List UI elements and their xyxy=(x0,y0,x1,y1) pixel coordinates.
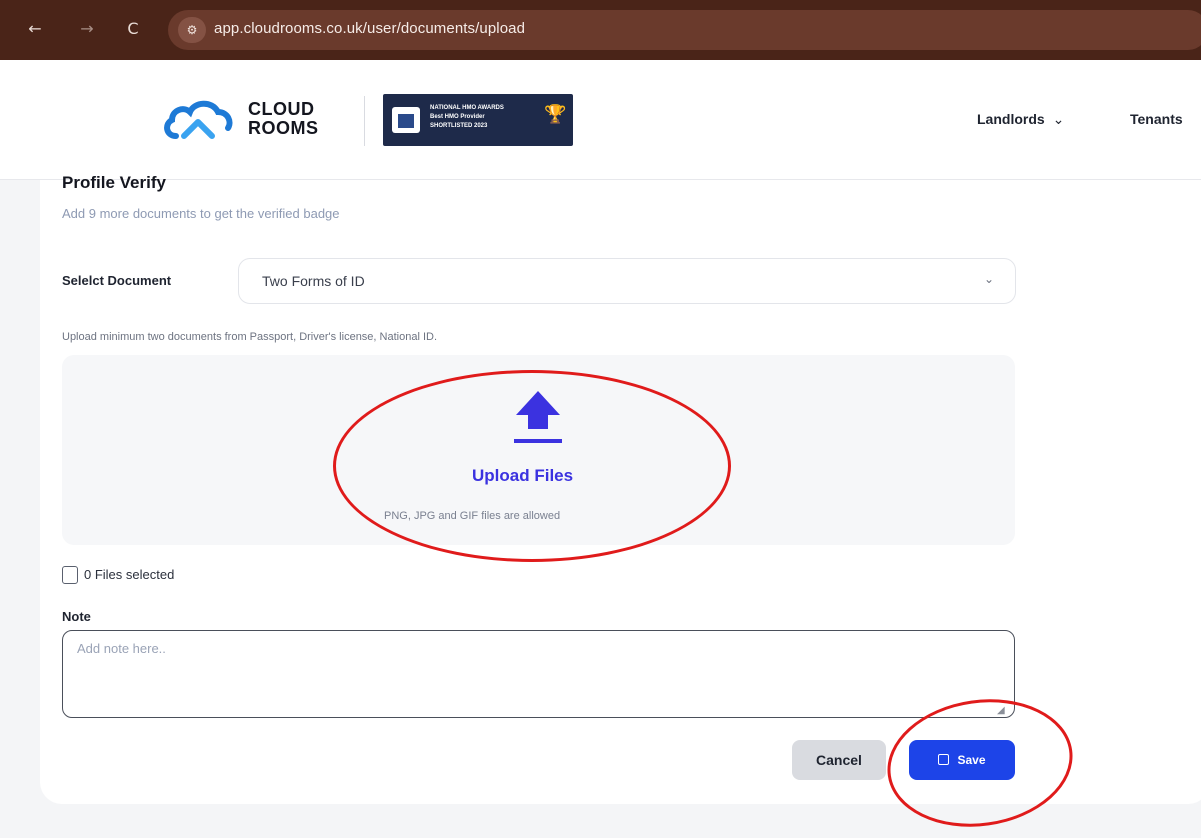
award-line-1: NATIONAL HMO AWARDS xyxy=(430,105,504,111)
brand-line-1: CLOUD xyxy=(248,99,315,119)
award-text: NATIONAL HMO AWARDS Best HMO Provider SH… xyxy=(430,104,504,131)
nav-landlords[interactable]: Landlords ⌄ xyxy=(977,111,1064,128)
award-house-door xyxy=(398,114,414,128)
brand-line-2: ROOMS xyxy=(248,118,319,138)
save-button-label: Save xyxy=(957,753,986,767)
upload-arrow-icon[interactable] xyxy=(512,389,564,445)
reload-icon[interactable]: C xyxy=(122,18,144,40)
document-type-value[interactable]: Two Forms of ID xyxy=(262,273,365,289)
note-label: Note xyxy=(62,609,91,624)
chevron-down-icon[interactable]: ⌄ xyxy=(984,272,994,286)
files-selected-count: 0 Files selected xyxy=(84,567,175,582)
address-bar-url[interactable]: app.cloudrooms.co.uk/user/documents/uplo… xyxy=(214,20,525,37)
save-icon xyxy=(938,754,950,765)
nav-tenants[interactable]: Tenants xyxy=(1130,111,1183,127)
back-arrow-icon[interactable]: ← xyxy=(24,18,46,40)
nav-landlords-label: Landlords xyxy=(977,111,1045,127)
cloud-logo-icon[interactable] xyxy=(162,98,234,140)
file-icon xyxy=(62,566,78,584)
upload-hint: Upload minimum two documents from Passpo… xyxy=(62,331,438,343)
save-button[interactable]: Save xyxy=(909,740,1015,780)
select-document-label: Selelct Document xyxy=(62,273,172,288)
upload-files-label[interactable]: Upload Files xyxy=(472,466,573,486)
cancel-button[interactable]: Cancel xyxy=(792,740,886,780)
forward-arrow-icon[interactable]: → xyxy=(76,18,98,40)
page-title: Profile Verify xyxy=(62,173,166,192)
brand-wordmark[interactable]: CLOUD ROOMS xyxy=(248,100,319,138)
site-info-icon[interactable]: ⚙ xyxy=(178,17,206,43)
trophy-icon: 🏆 xyxy=(544,104,567,125)
resize-handle-icon[interactable]: ◢ xyxy=(997,705,1005,716)
note-textarea[interactable] xyxy=(62,630,1015,718)
award-line-3: SHORTLISTED 2023 xyxy=(430,123,488,129)
allowed-file-types: PNG, JPG and GIF files are allowed xyxy=(384,510,561,522)
page-subtitle: Add 9 more documents to get the verified… xyxy=(62,206,340,221)
chevron-down-icon: ⌄ xyxy=(1052,112,1065,128)
award-line-2: Best HMO Provider xyxy=(430,114,485,120)
logo-divider xyxy=(364,96,365,146)
